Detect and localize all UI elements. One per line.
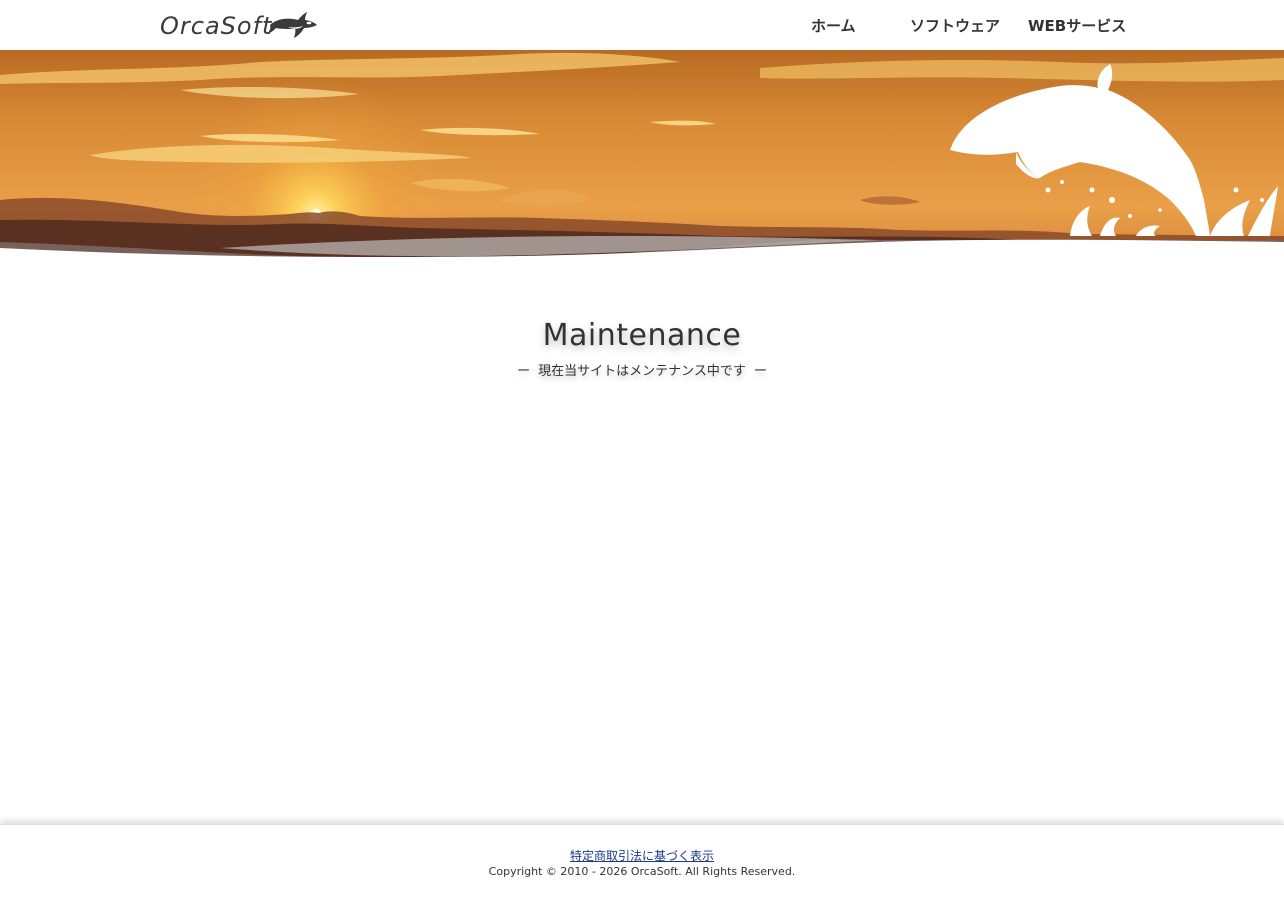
sunset-orca-image <box>0 50 1284 260</box>
legal-notice-link[interactable]: 特定商取引法に基づく表示 <box>570 849 714 863</box>
hero-banner <box>0 50 1284 260</box>
footer-link-wrap: 特定商取引法に基づく表示 <box>0 847 1284 864</box>
nav-item-web-services[interactable]: WEBサービス <box>1028 15 1126 36</box>
subtitle-dash-left: ー <box>517 364 531 379</box>
subtitle-dash-right: ー <box>753 364 767 379</box>
page-title: Maintenance <box>542 318 742 353</box>
nav-item-home[interactable]: ホーム <box>811 15 856 36</box>
nav-item-software[interactable]: ソフトウェア <box>910 15 1000 36</box>
site-header: OrcaSoft ホーム ソフトウェア WEBサービス <box>0 0 1284 50</box>
copyright-text: Copyright © 2010 - 2026 OrcaSoft. All Ri… <box>488 865 796 878</box>
page-subtitle: ー現在当サイトはメンテナンス中ですー <box>0 360 1284 379</box>
subtitle-text: 現在当サイトはメンテナンス中です <box>538 364 746 379</box>
main-nav: ホーム ソフトウェア WEBサービス <box>0 0 1284 50</box>
site-footer: 特定商取引法に基づく表示 Copyright © 2010 - 2026 Orc… <box>0 824 1284 900</box>
